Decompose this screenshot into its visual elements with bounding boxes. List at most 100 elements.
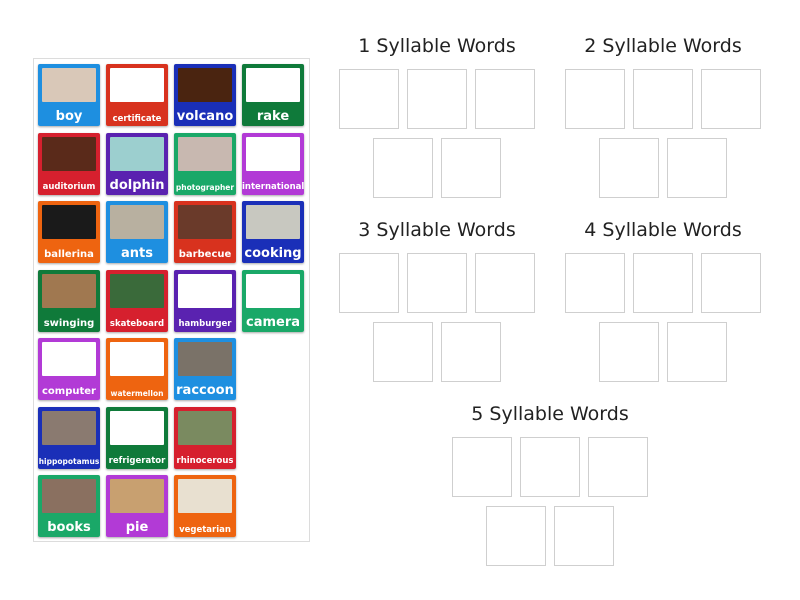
word-card-volcano[interactable]: volcano bbox=[174, 64, 236, 126]
word-card-hamburger[interactable]: hamburger bbox=[174, 269, 236, 332]
drop-slot[interactable] bbox=[441, 322, 501, 382]
group-title: 4 Syllable Words bbox=[584, 219, 742, 241]
word-card-dolphin[interactable]: dolphin bbox=[106, 132, 168, 195]
card-label: rhinocerous bbox=[176, 456, 234, 466]
card-label: pie bbox=[125, 520, 149, 535]
card-image-icon bbox=[246, 68, 300, 102]
card-label: hamburger bbox=[178, 319, 232, 329]
word-card-international[interactable]: international bbox=[242, 132, 304, 195]
card-label: volcano bbox=[176, 109, 234, 124]
card-label: refrigerator bbox=[108, 456, 166, 466]
card-label: international bbox=[242, 182, 304, 192]
word-card-books[interactable]: books bbox=[38, 475, 100, 537]
card-image-icon bbox=[42, 342, 96, 376]
drop-slot[interactable] bbox=[373, 322, 433, 382]
word-card-raccoon[interactable]: raccoon bbox=[174, 338, 236, 400]
word-card-photographer[interactable]: photographer bbox=[174, 132, 236, 195]
word-card-auditorium[interactable]: auditorium bbox=[38, 132, 100, 195]
drop-slot[interactable] bbox=[599, 138, 659, 198]
card-image-icon bbox=[178, 68, 232, 102]
word-card-certificate[interactable]: certificate bbox=[106, 64, 168, 126]
word-card-swinging[interactable]: swinging bbox=[38, 269, 100, 332]
word-card-ants[interactable]: ants bbox=[106, 201, 168, 263]
card-label: boy bbox=[55, 109, 83, 124]
word-card-rake[interactable]: rake bbox=[242, 64, 304, 126]
drop-slot[interactable] bbox=[373, 138, 433, 198]
card-label: computer bbox=[42, 386, 96, 397]
word-card-cooking[interactable]: cooking bbox=[242, 201, 304, 263]
drop-slot[interactable] bbox=[554, 506, 614, 566]
drop-slot[interactable] bbox=[486, 506, 546, 566]
word-card-barbecue[interactable]: barbecue bbox=[174, 201, 236, 263]
card-image-icon bbox=[178, 479, 232, 513]
word-card-rhinocerous[interactable]: rhinocerous bbox=[174, 406, 236, 469]
card-image-icon bbox=[110, 342, 164, 376]
word-card-skateboard[interactable]: skateboard bbox=[106, 269, 168, 332]
word-card-hippopotamus[interactable]: hippopotamus bbox=[38, 406, 100, 469]
drop-slot[interactable] bbox=[565, 69, 625, 129]
card-label: camera bbox=[245, 314, 301, 330]
card-label: rake bbox=[256, 109, 290, 124]
drop-slot[interactable] bbox=[588, 437, 648, 497]
drop-slot[interactable] bbox=[475, 69, 535, 129]
drop-slot[interactable] bbox=[407, 253, 467, 313]
drop-slot[interactable] bbox=[565, 253, 625, 313]
card-image-icon bbox=[110, 68, 164, 102]
card-label: hippopotamus bbox=[38, 457, 100, 466]
word-card-ballerina[interactable]: ballerina bbox=[38, 201, 100, 263]
card-image-icon bbox=[42, 410, 96, 445]
drop-slot[interactable] bbox=[407, 69, 467, 129]
drop-slot[interactable] bbox=[599, 322, 659, 382]
card-label: vegetarian bbox=[179, 524, 231, 535]
card-label: books bbox=[47, 520, 91, 535]
card-label: ants bbox=[121, 246, 153, 261]
card-image-icon bbox=[178, 410, 232, 445]
group-title: 5 Syllable Words bbox=[471, 403, 629, 425]
card-label: ballerina bbox=[44, 249, 94, 260]
word-card-computer[interactable]: computer bbox=[38, 338, 100, 400]
card-image-icon bbox=[178, 205, 232, 239]
word-card-refrigerator[interactable]: refrigerator bbox=[106, 406, 168, 469]
drop-slot[interactable] bbox=[633, 69, 693, 129]
drop-slot[interactable] bbox=[452, 437, 512, 497]
card-image-icon bbox=[246, 273, 300, 308]
word-card-pie[interactable]: pie bbox=[106, 475, 168, 537]
word-card-watermellon[interactable]: watermellon bbox=[106, 338, 168, 400]
card-image-icon bbox=[246, 205, 300, 239]
card-label: certificate bbox=[112, 113, 162, 124]
group-title: 1 Syllable Words bbox=[358, 35, 516, 57]
card-label: raccoon bbox=[176, 383, 234, 398]
card-label: swinging bbox=[43, 317, 95, 329]
card-image-icon bbox=[42, 273, 96, 308]
card-image-icon bbox=[110, 273, 164, 308]
drop-slot[interactable] bbox=[701, 253, 761, 313]
drop-slot[interactable] bbox=[475, 253, 535, 313]
drop-slot[interactable] bbox=[441, 138, 501, 198]
card-image-icon bbox=[42, 479, 96, 513]
group-title: 2 Syllable Words bbox=[584, 35, 742, 57]
card-label: auditorium bbox=[42, 182, 96, 192]
card-image-icon bbox=[178, 136, 232, 171]
drop-slot[interactable] bbox=[701, 69, 761, 129]
card-label: photographer bbox=[175, 183, 235, 192]
card-image-icon bbox=[178, 273, 232, 308]
drop-slot[interactable] bbox=[633, 253, 693, 313]
drop-slot[interactable] bbox=[339, 69, 399, 129]
drop-slot[interactable] bbox=[339, 253, 399, 313]
drop-slot[interactable] bbox=[520, 437, 580, 497]
drop-slot[interactable] bbox=[667, 322, 727, 382]
card-label: dolphin bbox=[109, 177, 165, 193]
card-image-icon bbox=[178, 342, 232, 376]
card-image-icon bbox=[110, 479, 164, 513]
card-image-icon bbox=[246, 136, 300, 171]
card-label: watermellon bbox=[110, 388, 164, 398]
card-tray: boy certificate volcano rake auditorium dolph… bbox=[33, 58, 310, 542]
word-card-boy[interactable]: boy bbox=[38, 64, 100, 126]
card-image-icon bbox=[42, 136, 96, 171]
card-image-icon bbox=[110, 136, 164, 171]
word-card-camera[interactable]: camera bbox=[242, 269, 304, 332]
group-title: 3 Syllable Words bbox=[358, 219, 516, 241]
drop-slot[interactable] bbox=[667, 138, 727, 198]
word-card-vegetarian[interactable]: vegetarian bbox=[174, 475, 236, 537]
card-image-icon bbox=[42, 205, 96, 239]
